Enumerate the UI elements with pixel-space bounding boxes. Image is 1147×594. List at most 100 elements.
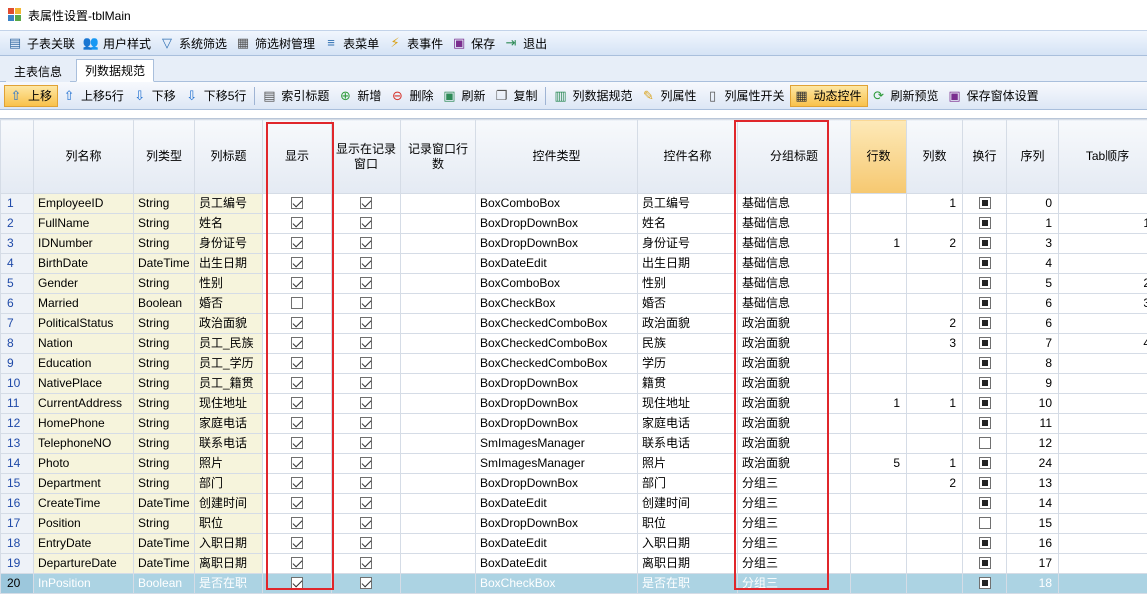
cell-rowsN[interactable] — [851, 514, 907, 534]
cell-type[interactable]: Boolean — [134, 294, 195, 314]
cell-name[interactable]: TelephoneNO — [34, 434, 134, 454]
cell-name[interactable]: CurrentAddress — [34, 394, 134, 414]
table-row[interactable]: 17PositionString职位BoxDropDownBox职位分组三15 — [1, 514, 1147, 534]
cell-wrap[interactable] — [963, 534, 1007, 554]
column-header-12[interactable]: 换行 — [963, 120, 1007, 194]
table-row[interactable]: 6MarriedBoolean婚否BoxCheckBox婚否基础信息63 — [1, 294, 1147, 314]
cell-seq[interactable]: 11 — [1007, 414, 1059, 434]
cell-title[interactable]: 身份证号 — [195, 234, 263, 254]
cell-recRows[interactable] — [401, 294, 476, 314]
cell-show[interactable] — [263, 354, 332, 374]
table-row[interactable]: 12HomePhoneString家庭电话BoxDropDownBox家庭电话政… — [1, 414, 1147, 434]
cell-ctlName[interactable]: 身份证号 — [638, 234, 738, 254]
cell-tab[interactable] — [1059, 394, 1147, 414]
cell-ctlName[interactable]: 部门 — [638, 474, 738, 494]
cell-recRows[interactable] — [401, 574, 476, 594]
cell-seq[interactable]: 16 — [1007, 534, 1059, 554]
cell-type[interactable]: String — [134, 454, 195, 474]
toolbar1-button-4[interactable]: ≡表菜单 — [320, 32, 384, 54]
cell-title[interactable]: 政治面貌 — [195, 314, 263, 334]
checkbox-checked-icon[interactable] — [291, 217, 303, 229]
cell-ctl[interactable]: BoxDateEdit — [476, 254, 638, 274]
cell-n[interactable]: 5 — [1, 274, 34, 294]
cell-show[interactable] — [263, 474, 332, 494]
cell-seq[interactable]: 1 — [1007, 214, 1059, 234]
cell-wrap[interactable] — [963, 574, 1007, 594]
square-checked-icon[interactable] — [979, 197, 991, 209]
toolbar2-button-9[interactable]: ❐复制 — [490, 85, 542, 107]
cell-ctlName[interactable]: 籍贯 — [638, 374, 738, 394]
cell-type[interactable]: String — [134, 394, 195, 414]
cell-show[interactable] — [263, 554, 332, 574]
cell-name[interactable]: Nation — [34, 334, 134, 354]
cell-seq[interactable]: 3 — [1007, 234, 1059, 254]
cell-wrap[interactable] — [963, 454, 1007, 474]
cell-group[interactable]: 基础信息 — [738, 234, 851, 254]
cell-name[interactable]: Education — [34, 354, 134, 374]
checkbox-checked-icon[interactable] — [291, 437, 303, 449]
cell-title[interactable]: 现住地址 — [195, 394, 263, 414]
cell-colsN[interactable] — [907, 534, 963, 554]
cell-type[interactable]: String — [134, 474, 195, 494]
cell-name[interactable]: EntryDate — [34, 534, 134, 554]
toolbar1-button-5[interactable]: ⚡表事件 — [384, 32, 448, 54]
square-checked-icon[interactable] — [979, 397, 991, 409]
cell-name[interactable]: BirthDate — [34, 254, 134, 274]
cell-wrap[interactable] — [963, 414, 1007, 434]
cell-tab[interactable] — [1059, 434, 1147, 454]
table-row[interactable]: 7PoliticalStatusString政治面貌BoxCheckedComb… — [1, 314, 1147, 334]
cell-tab[interactable] — [1059, 414, 1147, 434]
column-header-1[interactable]: 列名称 — [34, 120, 134, 194]
cell-colsN[interactable]: 1 — [907, 194, 963, 214]
cell-n[interactable]: 15 — [1, 474, 34, 494]
table-row[interactable]: 13TelephoneNOString联系电话SmImagesManager联系… — [1, 434, 1147, 454]
cell-ctl[interactable]: BoxDateEdit — [476, 534, 638, 554]
cell-rec[interactable] — [332, 534, 401, 554]
cell-type[interactable]: String — [134, 334, 195, 354]
cell-type[interactable]: String — [134, 414, 195, 434]
cell-rowsN[interactable] — [851, 434, 907, 454]
cell-name[interactable]: Photo — [34, 454, 134, 474]
toolbar2-button-6[interactable]: ⊕新增 — [334, 85, 386, 107]
square-checked-icon[interactable] — [979, 357, 991, 369]
cell-rec[interactable] — [332, 454, 401, 474]
cell-ctlName[interactable]: 婚否 — [638, 294, 738, 314]
cell-seq[interactable]: 6 — [1007, 294, 1059, 314]
cell-seq[interactable]: 14 — [1007, 494, 1059, 514]
checkbox-checked-icon[interactable] — [291, 377, 303, 389]
cell-recRows[interactable] — [401, 474, 476, 494]
cell-type[interactable]: DateTime — [134, 534, 195, 554]
cell-group[interactable]: 政治面貌 — [738, 434, 851, 454]
cell-show[interactable] — [263, 434, 332, 454]
checkbox-checked-icon[interactable] — [291, 417, 303, 429]
cell-ctl[interactable]: BoxCheckedComboBox — [476, 334, 638, 354]
toolbar2-button-7[interactable]: ⊖删除 — [386, 85, 438, 107]
cell-recRows[interactable] — [401, 394, 476, 414]
table-row[interactable]: 19DepartureDateDateTime离职日期BoxDateEdit离职… — [1, 554, 1147, 574]
cell-n[interactable]: 16 — [1, 494, 34, 514]
checkbox-checked-icon[interactable] — [291, 197, 303, 209]
cell-type[interactable]: String — [134, 314, 195, 334]
cell-tab[interactable] — [1059, 454, 1147, 474]
column-header-5[interactable]: 显示在记录窗口 — [332, 120, 401, 194]
cell-n[interactable]: 13 — [1, 434, 34, 454]
cell-wrap[interactable] — [963, 514, 1007, 534]
cell-colsN[interactable] — [907, 414, 963, 434]
cell-title[interactable]: 联系电话 — [195, 434, 263, 454]
cell-type[interactable]: String — [134, 194, 195, 214]
cell-seq[interactable]: 0 — [1007, 194, 1059, 214]
cell-show[interactable] — [263, 314, 332, 334]
cell-group[interactable]: 基础信息 — [738, 254, 851, 274]
cell-rec[interactable] — [332, 494, 401, 514]
cell-title[interactable]: 员工_民族 — [195, 334, 263, 354]
square-checked-icon[interactable] — [979, 337, 991, 349]
cell-ctl[interactable]: BoxDropDownBox — [476, 234, 638, 254]
toolbar2-button-14[interactable]: ▦动态控件 — [790, 85, 868, 107]
cell-name[interactable]: EmployeeID — [34, 194, 134, 214]
cell-show[interactable] — [263, 454, 332, 474]
cell-group[interactable]: 政治面貌 — [738, 454, 851, 474]
cell-rec[interactable] — [332, 474, 401, 494]
cell-rowsN[interactable] — [851, 374, 907, 394]
cell-n[interactable]: 7 — [1, 314, 34, 334]
cell-n[interactable]: 4 — [1, 254, 34, 274]
